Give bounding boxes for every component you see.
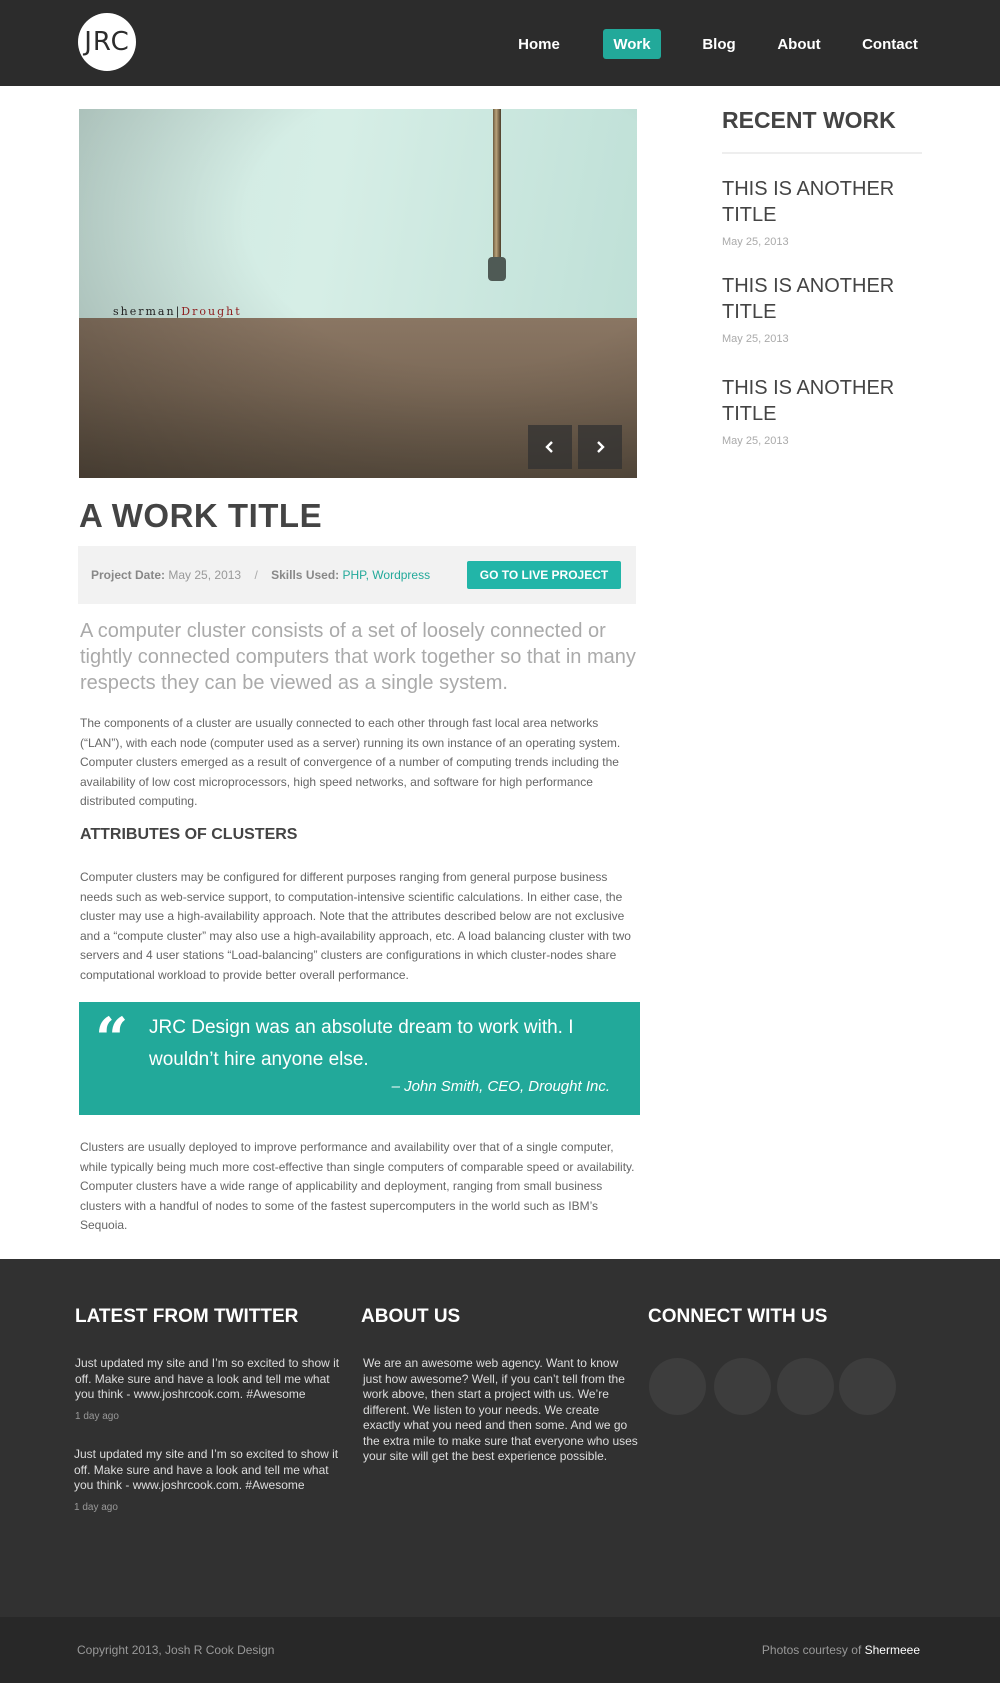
recent-work-item-title[interactable]: THIS IS ANOTHER TITLE [722,375,932,427]
nav-contact[interactable]: Contact [858,29,922,59]
photo-credit-prefix: Photos courtesy of [761,1643,862,1657]
photo-vignette [79,109,637,478]
nav-work[interactable]: Work [603,29,661,59]
tweet-time: 1 day ago [75,1411,119,1422]
recent-work-item-date: May 25, 2013 [722,333,789,345]
sidebar-divider [722,152,922,154]
tweet-text: Just updated my site and I’m so excited … [74,1447,339,1492]
copyright: Copyright 2013, Josh R Cook Design [77,1643,275,1657]
photo-caption-right: Drought [181,305,242,318]
skills-label: Skills Used [271,568,336,582]
bottom-bar: Copyright 2013, Josh R Cook Design Photo… [0,1617,1000,1683]
recent-work-item-date: May 25, 2013 [722,435,789,447]
photo-credit-link[interactable]: Shermeee [865,1643,920,1657]
attributes-heading: ATTRIBUTES OF CLUSTERS [80,826,298,843]
recent-work-item[interactable]: THIS IS ANOTHER TITLE May 25, 2013 [722,176,932,248]
social-icon[interactable] [714,1358,771,1415]
chevron-left-icon [545,441,553,453]
work-title: A WORK TITLE [79,497,323,534]
nav-blog[interactable]: Blog [694,29,744,59]
work-paragraph-1: The components of a cluster are usually … [80,716,621,808]
testimonial-quote: “ JRC Design was an absolute dream to wo… [79,1002,640,1115]
quote-icon: “ [95,1005,129,1073]
quote-text: JRC Design was an absolute dream to work… [149,1017,574,1070]
slider-next-button[interactable] [578,425,622,469]
recent-work-item-date: May 25, 2013 [722,236,789,248]
photo-caption: sherman|Drought [113,305,242,318]
social-icon[interactable] [649,1358,706,1415]
skills-links[interactable]: PHP, Wordpress [343,568,431,582]
quote-author: – John Smith, CEO, Drought Inc. [391,1078,610,1095]
recent-work-item[interactable]: THIS IS ANOTHER TITLE May 25, 2013 [722,375,932,447]
tweet-text: Just updated my site and I’m so excited … [75,1356,340,1401]
recent-work-title: RECENT WORK [722,107,896,133]
project-date-label: Project Date: [91,568,166,582]
recent-work-item-title[interactable]: THIS IS ANOTHER TITLE [722,273,932,325]
recent-work-item-title[interactable]: THIS IS ANOTHER TITLE [722,176,932,228]
work-paragraph-3: Clusters are usually deployed to improve… [80,1140,635,1232]
nav-home[interactable]: Home [509,29,569,59]
chevron-right-icon [597,441,605,453]
work-lead-paragraph: A computer cluster consists of a set of … [80,620,636,694]
jrc-logo[interactable]: JRC [78,13,136,71]
twitter-title: LATEST FROM TWITTER [75,1306,299,1327]
photo-caption-left: sherman| [113,305,182,318]
go-to-live-project-button[interactable]: GO TO LIVE PROJECT [467,561,621,589]
tweet-time: 1 day ago [74,1502,118,1513]
site-footer: LATEST FROM TWITTER Just updated my site… [0,1259,1000,1617]
project-meta-bar: Project Date: May 25, 2013 / Skills Used… [78,546,636,604]
social-icon[interactable] [777,1358,834,1415]
work-paragraph-2: Computer clusters may be configured for … [80,870,631,982]
recent-work-item[interactable]: THIS IS ANOTHER TITLE May 25, 2013 [722,273,932,345]
slider-prev-button[interactable] [528,425,572,469]
project-meta: Project Date: May 25, 2013 / Skills Used… [91,568,431,582]
nav-about[interactable]: About [772,29,826,59]
social-icon[interactable] [839,1358,896,1415]
about-us-text: We are an awesome web agency. Want to kn… [363,1356,638,1463]
site-header: JRC Home Work Blog About Contact [0,0,1000,86]
photo-credit: Photos courtesy of Shermeee [762,1643,920,1657]
about-us-title: ABOUT US [361,1306,461,1327]
project-date: May 25, 2013 [168,568,242,582]
work-image-slider: sherman|Drought [79,109,637,478]
meta-separator: / [254,568,258,582]
connect-title: CONNECT WITH US [648,1306,828,1327]
